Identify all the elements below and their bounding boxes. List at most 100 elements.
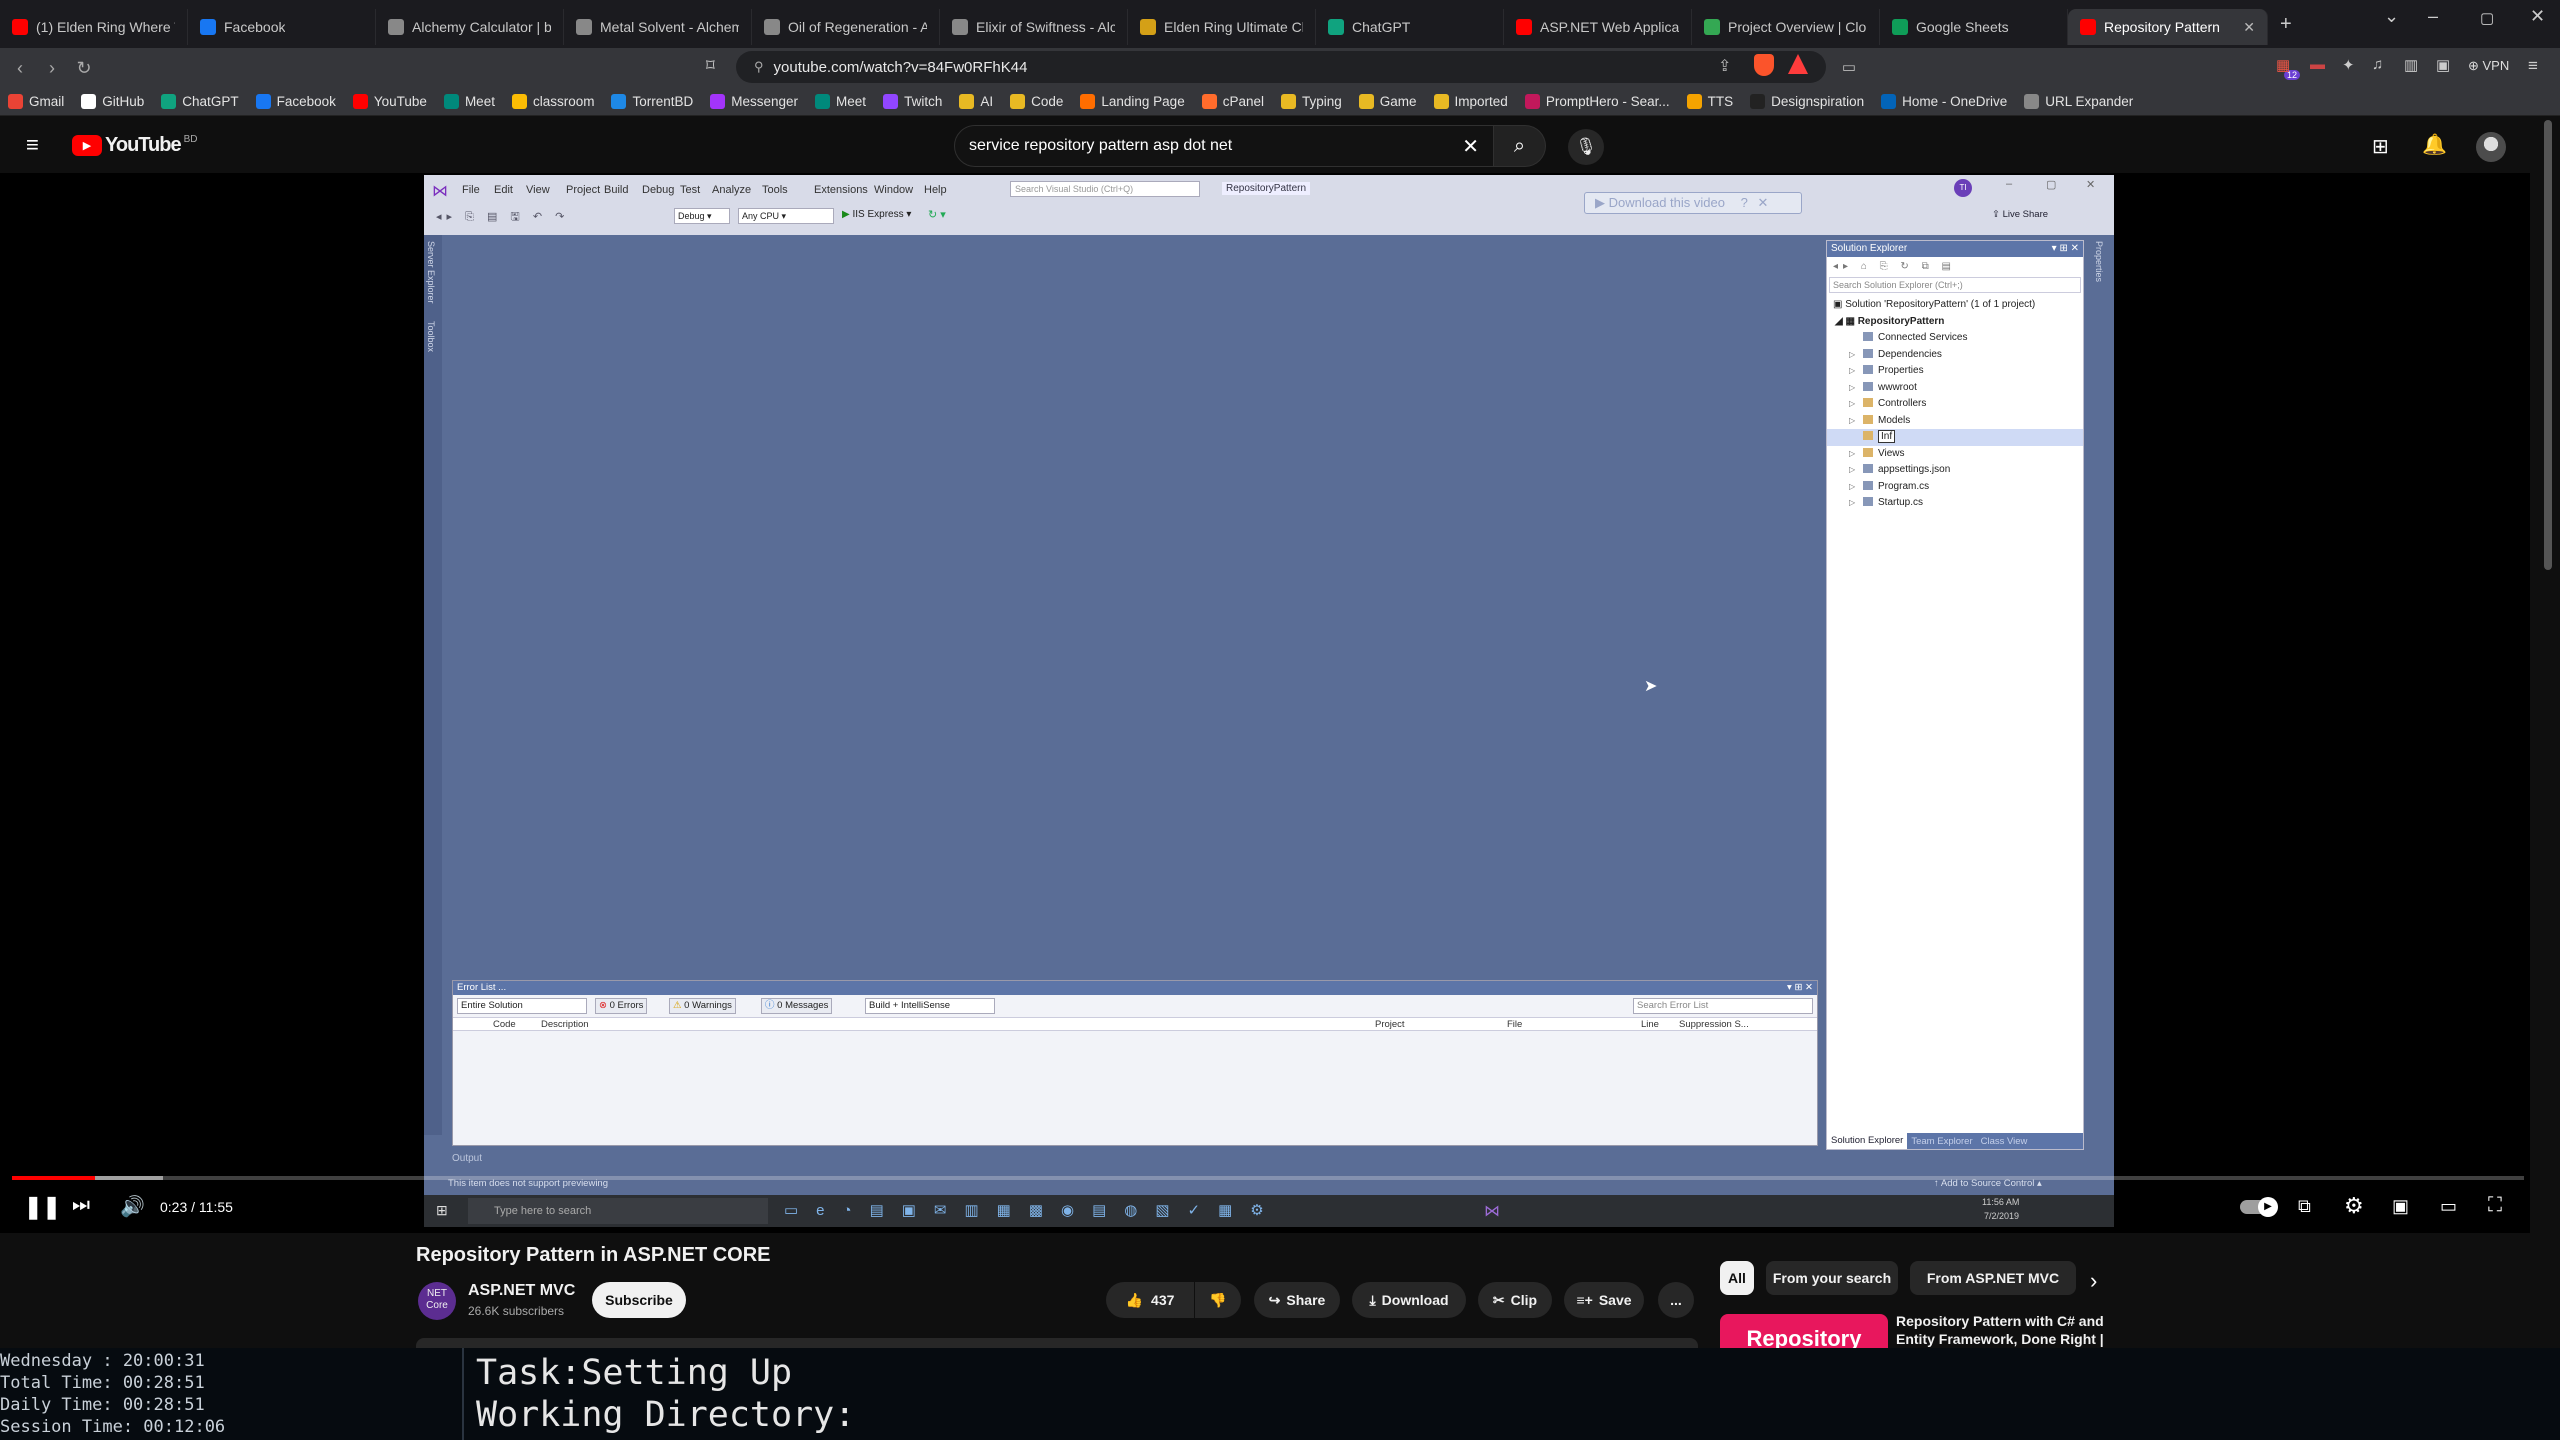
error-list-column-header[interactable]: Suppression S... <box>1679 1019 1749 1030</box>
vs-refresh-icon[interactable]: ↻ ▾ <box>928 208 946 221</box>
taskbar-visual-studio-icon[interactable]: ⋈ <box>1484 1201 1500 1221</box>
toolbox-tab[interactable]: Toolbox <box>426 321 436 352</box>
expand-arrow-icon[interactable]: ▷ <box>1849 446 1863 463</box>
output-tab[interactable]: Output <box>452 1153 482 1164</box>
volume-icon[interactable]: 🔊 <box>120 1194 145 1219</box>
site-info-icon[interactable]: ⚲ <box>754 59 764 75</box>
recommendation-thumbnail[interactable]: Repository <box>1720 1314 1888 1348</box>
miniplayer-icon[interactable]: ▣ <box>2392 1196 2409 1217</box>
more-actions-button[interactable]: ... <box>1658 1282 1694 1318</box>
bookmark-item[interactable]: classroom <box>511 94 594 109</box>
clip-button[interactable]: ✂ Clip <box>1478 1282 1552 1318</box>
vs-liveshare-button[interactable]: ⇪ Live Share <box>1992 209 2048 220</box>
dislike-button[interactable]: 👎 <box>1195 1282 1241 1318</box>
recommendation-title[interactable]: Repository Pattern with C# and Entity Fr… <box>1896 1312 2106 1348</box>
youtube-logo[interactable]: ▶ YouTube BD <box>72 134 197 157</box>
error-scope-select[interactable]: Entire Solution <box>457 998 587 1014</box>
vs-menu-view[interactable]: View <box>526 184 550 196</box>
search-button[interactable]: ⌕ <box>1494 125 1546 167</box>
bookmark-item[interactable]: Landing Page <box>1080 94 1185 109</box>
bookmark-item[interactable]: AI <box>959 94 993 109</box>
vs-menu-debug[interactable]: Debug <box>642 184 674 196</box>
account-avatar[interactable] <box>2476 132 2506 162</box>
bookmark-item[interactable]: Twitch <box>883 94 942 109</box>
solution-item[interactable]: ▷ wwwroot <box>1827 380 2083 397</box>
vs-menu-project[interactable]: Project <box>566 184 600 196</box>
windows-start-icon[interactable]: ⊞ <box>436 1202 448 1219</box>
tab-search-icon[interactable]: ⌄ <box>2384 6 2399 27</box>
subscribe-button[interactable]: Subscribe <box>592 1282 686 1318</box>
filter-chip[interactable]: From your search <box>1766 1261 1898 1295</box>
bookmark-item[interactable]: cPanel <box>1201 94 1264 109</box>
expand-arrow-icon[interactable]: ▷ <box>1849 479 1863 496</box>
bookmark-item[interactable]: Code <box>1010 94 1063 109</box>
download-video-overlay[interactable]: ▶ Download this video ? ✕ <box>1584 192 1802 214</box>
solution-item[interactable]: ▷ Startup.cs <box>1827 495 2083 512</box>
bookmark-star-icon[interactable]: ⌑ <box>706 56 715 76</box>
chips-next-icon[interactable]: › <box>2090 1268 2097 1294</box>
taskbar-search-input[interactable]: Type here to search <box>468 1198 768 1224</box>
solution-node[interactable]: ▣ Solution 'RepositoryPattern' (1 of 1 p… <box>1827 297 2083 314</box>
messages-filter-button[interactable]: ⓘ 0 Messages <box>761 998 833 1014</box>
bookmark-item[interactable]: Messenger <box>710 94 798 109</box>
minimize-button[interactable]: – <box>2428 6 2438 27</box>
bookmark-item[interactable]: GitHub <box>81 94 144 109</box>
browser-tab[interactable]: Project Overview | Cloud <box>1692 9 1880 45</box>
vs-menu-build[interactable]: Build <box>604 184 628 196</box>
browser-tab[interactable]: Facebook <box>188 9 376 45</box>
new-tab-button[interactable]: + <box>2280 13 2292 36</box>
error-list-column-header[interactable]: File <box>1507 1019 1522 1030</box>
channel-avatar[interactable]: NET Core <box>418 1282 456 1320</box>
browser-tab[interactable]: Google Sheets <box>1880 9 2068 45</box>
vs-menu-analyze[interactable]: Analyze <box>712 184 751 196</box>
vs-menu-tools[interactable]: Tools <box>762 184 788 196</box>
channel-name[interactable]: ASP.NET MVC <box>468 1282 575 1300</box>
bookmark-item[interactable]: ChatGPT <box>161 94 239 109</box>
bookmark-item[interactable]: Facebook <box>255 94 336 109</box>
bookmark-item[interactable]: Typing <box>1280 94 1342 109</box>
cast-icon[interactable]: ▭ <box>1842 58 1856 76</box>
vs-menu-test[interactable]: Test <box>680 184 700 196</box>
error-list-column-header[interactable]: Code <box>493 1019 516 1030</box>
vs-menu-edit[interactable]: Edit <box>494 184 513 196</box>
fullscreen-icon[interactable]: ⛶ <box>2488 1194 2502 1217</box>
bookmark-item[interactable]: Designspiration <box>1750 94 1864 109</box>
solution-item[interactable]: Inf <box>1827 429 2083 446</box>
voice-search-button[interactable]: 🎙 <box>1568 129 1604 165</box>
bookmark-item[interactable]: Gmail <box>8 94 64 109</box>
bookmark-item[interactable]: Home - OneDrive <box>1881 94 2007 109</box>
error-list-window-icons[interactable]: ▾ ⊞ ✕ <box>1787 981 1813 995</box>
solution-item[interactable]: ▷ Program.cs <box>1827 479 2083 496</box>
browser-tab[interactable]: ASP.NET Web Application <box>1504 9 1692 45</box>
bookmark-item[interactable]: URL Expander <box>2024 94 2133 109</box>
share-icon[interactable]: ⇪ <box>1718 56 1731 76</box>
vs-run-button[interactable]: ▶ IIS Express ▾ <box>842 209 911 220</box>
vs-menu-help[interactable]: Help <box>924 184 947 196</box>
address-bar[interactable]: ⚲ youtube.com/watch?v=84Fw0RFhK44 ▭ <box>736 51 1856 83</box>
back-icon[interactable]: ‹ <box>4 58 36 79</box>
create-video-icon[interactable]: ⊞ <box>2372 134 2389 159</box>
hamburger-menu-icon[interactable]: ≡ <box>26 132 39 158</box>
warnings-filter-button[interactable]: ⚠ 0 Warnings <box>669 998 736 1014</box>
browser-tab[interactable]: (1) Elden Ring Where To Go <box>0 9 188 45</box>
close-window-button[interactable]: ✕ <box>2530 6 2545 27</box>
forward-icon[interactable]: › <box>36 58 68 79</box>
description-box[interactable] <box>416 1338 1698 1348</box>
solex-pin-icons[interactable]: ▾ ⊞ ✕ <box>2052 241 2079 257</box>
browser-tab[interactable]: Elixir of Swiftness - Alchem <box>940 9 1128 45</box>
clear-search-icon[interactable]: ✕ <box>1462 134 1479 159</box>
bookmark-item[interactable]: TorrentBD <box>611 94 693 109</box>
project-node[interactable]: ◢ ▦ RepositoryPattern <box>1827 314 2083 331</box>
bookmark-item[interactable]: Imported <box>1433 94 1508 109</box>
brave-shields-icon[interactable] <box>1754 54 1774 76</box>
browser-tab[interactable]: Elden Ring Ultimate Cheat <box>1128 9 1316 45</box>
expand-arrow-icon[interactable]: ▷ <box>1849 495 1863 512</box>
vs-maximize-icon[interactable]: ▢ <box>2046 178 2056 191</box>
wallet-icon[interactable]: ▣ <box>2436 56 2450 74</box>
filter-chip[interactable]: From ASP.NET MVC <box>1910 1261 2076 1295</box>
share-button[interactable]: ↪ Share <box>1254 1282 1340 1318</box>
vs-config-select[interactable]: Debug ▾ <box>674 208 730 224</box>
vs-platform-select[interactable]: Any CPU ▾ <box>738 208 834 224</box>
error-list-column-header[interactable]: Line <box>1641 1019 1659 1030</box>
notifications-bell-icon[interactable]: 🔔 <box>2422 132 2447 157</box>
